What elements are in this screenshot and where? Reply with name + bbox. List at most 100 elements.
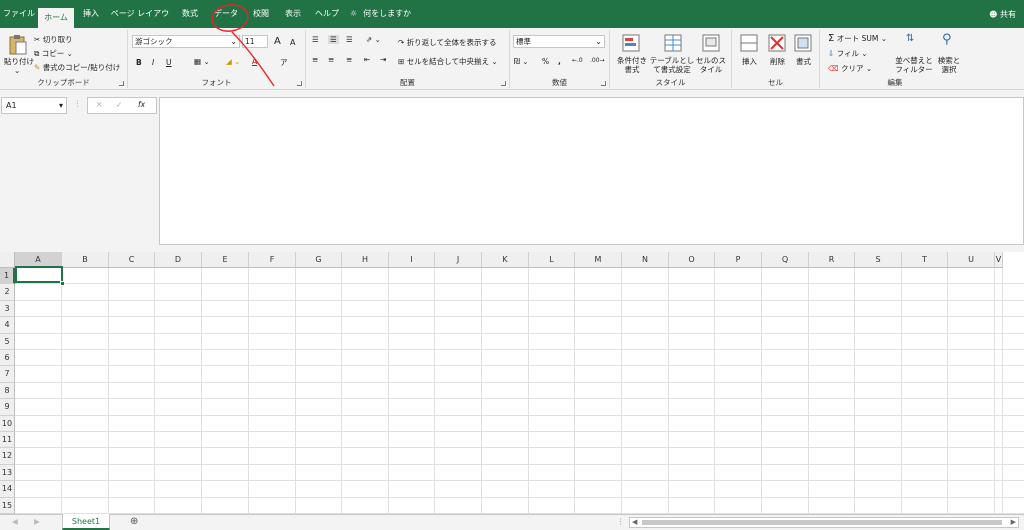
comma-button[interactable]: , [558, 57, 561, 66]
tab-file[interactable]: ファイル [0, 0, 38, 28]
align-bottom-icon[interactable]: ☰ [346, 35, 353, 44]
column-header[interactable]: Q [762, 252, 809, 268]
column-header[interactable]: G [296, 252, 342, 268]
column-header[interactable]: C [109, 252, 155, 268]
tab-help[interactable]: ヘルプ [310, 0, 344, 28]
fill-handle[interactable] [60, 281, 65, 286]
column-header[interactable]: O [669, 252, 715, 268]
copy-button[interactable]: ⧉ コピー ⌄ [34, 48, 73, 59]
column-header[interactable]: N [622, 252, 669, 268]
format-painter-button[interactable]: ✎ 書式のコピー/貼り付け [34, 62, 120, 73]
column-header[interactable]: E [202, 252, 249, 268]
font-color-button[interactable]: A [252, 57, 257, 66]
add-sheet-icon[interactable]: ⊕ [130, 516, 138, 527]
find-select-button[interactable]: 検索と選択 [936, 56, 962, 74]
fill-button[interactable]: ⇩ フィル ⌄ [828, 48, 868, 59]
row-header[interactable]: 12 [0, 448, 15, 465]
grow-font-button[interactable]: A [274, 36, 281, 47]
column-header[interactable]: U [948, 252, 995, 268]
number-launcher-icon[interactable] [601, 81, 606, 86]
column-header[interactable]: J [435, 252, 482, 268]
formula-input[interactable] [159, 97, 1024, 245]
tab-home[interactable]: ホーム [38, 8, 74, 28]
horizontal-scrollbar[interactable]: ◀ ▶ [629, 517, 1019, 528]
cell-styles-button[interactable]: セルのスタイル [696, 56, 726, 74]
chevron-down-icon[interactable]: ▾ [59, 98, 63, 113]
paste-dropdown-icon[interactable]: ⌄ [14, 66, 20, 75]
tab-data[interactable]: データ [208, 0, 244, 28]
share-button[interactable]: ☻ 共有 [989, 9, 1016, 20]
column-header[interactable]: D [155, 252, 202, 268]
next-sheet-icon[interactable]: ▶ [34, 517, 40, 526]
underline-button[interactable]: U [166, 58, 172, 67]
wrap-text-button[interactable]: ↷ 折り返して全体を表示する [398, 37, 496, 48]
align-middle-icon[interactable]: ☰ [328, 35, 339, 44]
row-header[interactable]: 14 [0, 481, 15, 498]
cut-button[interactable]: ✂ 切り取り [34, 34, 73, 45]
font-name-select[interactable]: 游ゴシック ⌄ [132, 35, 240, 48]
column-header[interactable]: P [715, 252, 762, 268]
format-as-table-button[interactable]: テーブルとして書式設定 [648, 56, 696, 74]
row-header[interactable]: 1 [0, 268, 15, 285]
clear-button[interactable]: ⌫ クリア ⌄ [828, 63, 872, 74]
autosum-button[interactable]: Σ オート SUM ⌄ [828, 33, 887, 44]
insert-cells-button[interactable]: 挿入 [742, 56, 757, 67]
align-center-icon[interactable]: ≡ [328, 55, 334, 64]
selected-cell-a1[interactable] [15, 266, 63, 283]
insert-function-icon[interactable]: fx [138, 100, 145, 109]
conditional-formatting-button[interactable]: 条件付き書式 [614, 56, 650, 74]
currency-icon[interactable]: ₪ ⌄ [514, 57, 529, 66]
row-header[interactable]: 3 [0, 300, 15, 318]
clipboard-launcher-icon[interactable] [119, 81, 124, 86]
column-header[interactable]: K [482, 252, 529, 268]
format-cells-button[interactable]: 書式 [796, 56, 811, 67]
row-header[interactable]: 13 [0, 464, 15, 482]
row-header[interactable]: 8 [0, 382, 15, 400]
row-header[interactable]: 11 [0, 432, 15, 449]
bold-button[interactable]: B [136, 58, 142, 67]
italic-button[interactable]: I [152, 58, 154, 67]
decrease-decimal-icon[interactable]: .00→ [590, 57, 605, 64]
row-header[interactable]: 15 [0, 497, 15, 514]
column-header[interactable]: S [855, 252, 902, 268]
column-header[interactable]: H [342, 252, 389, 268]
tab-review[interactable]: 校閲 [246, 0, 276, 28]
tab-formulas[interactable]: 数式 [174, 0, 206, 28]
number-format-select[interactable]: 標準 ⌄ [513, 35, 605, 48]
tab-page-layout[interactable]: ページ レイアウト [108, 0, 172, 46]
increase-decimal-icon[interactable]: ←.0 [572, 57, 583, 64]
merge-center-button[interactable]: ⊞ セルを結合して中央揃え ⌄ [398, 56, 498, 67]
row-header[interactable]: 5 [0, 333, 15, 350]
select-all-corner[interactable] [0, 252, 15, 268]
column-header[interactable]: T [902, 252, 948, 268]
font-size-select[interactable]: 11 [242, 35, 268, 48]
row-header[interactable]: 7 [0, 366, 15, 383]
phonetic-icon[interactable]: ア [280, 57, 288, 68]
increase-indent-icon[interactable]: ⇥ [380, 55, 386, 64]
align-top-icon[interactable]: ☰ [312, 35, 319, 44]
delete-cells-button[interactable]: 削除 [770, 56, 785, 67]
row-header[interactable]: 10 [0, 415, 15, 432]
column-header[interactable]: M [575, 252, 622, 268]
font-launcher-icon[interactable] [297, 81, 302, 86]
row-header[interactable]: 9 [0, 399, 15, 416]
scroll-thumb[interactable] [642, 520, 1002, 525]
worksheet-grid[interactable]: ABCDEFGHIJKLMNOPQRSTUV 1 2 3 4 5 6 7 8 9 10 11 12 13… [0, 252, 1024, 514]
enter-check-icon[interactable]: ✓ [116, 100, 122, 109]
tab-view[interactable]: 表示 [278, 0, 308, 28]
orientation-icon[interactable]: ⇗ ⌄ [366, 35, 381, 44]
prev-sheet-icon[interactable]: ◀ [12, 517, 18, 526]
row-header[interactable]: 2 [0, 284, 15, 301]
column-header[interactable]: I [389, 252, 435, 268]
borders-icon[interactable]: ▦ ⌄ [194, 57, 210, 66]
sort-filter-button[interactable]: 並べ替えとフィルター [892, 56, 936, 74]
scroll-left-icon[interactable]: ◀ [632, 518, 637, 526]
decrease-indent-icon[interactable]: ⇤ [364, 55, 370, 64]
shrink-font-button[interactable]: A [290, 38, 295, 47]
scroll-right-icon[interactable]: ▶ [1011, 518, 1016, 526]
row-header[interactable]: 4 [0, 317, 15, 334]
column-header[interactable]: B [62, 252, 109, 268]
column-header[interactable]: F [249, 252, 296, 268]
tell-me-box[interactable]: ☼ 何をしますか [350, 0, 420, 28]
name-box[interactable]: A1 ▾ [1, 97, 67, 114]
